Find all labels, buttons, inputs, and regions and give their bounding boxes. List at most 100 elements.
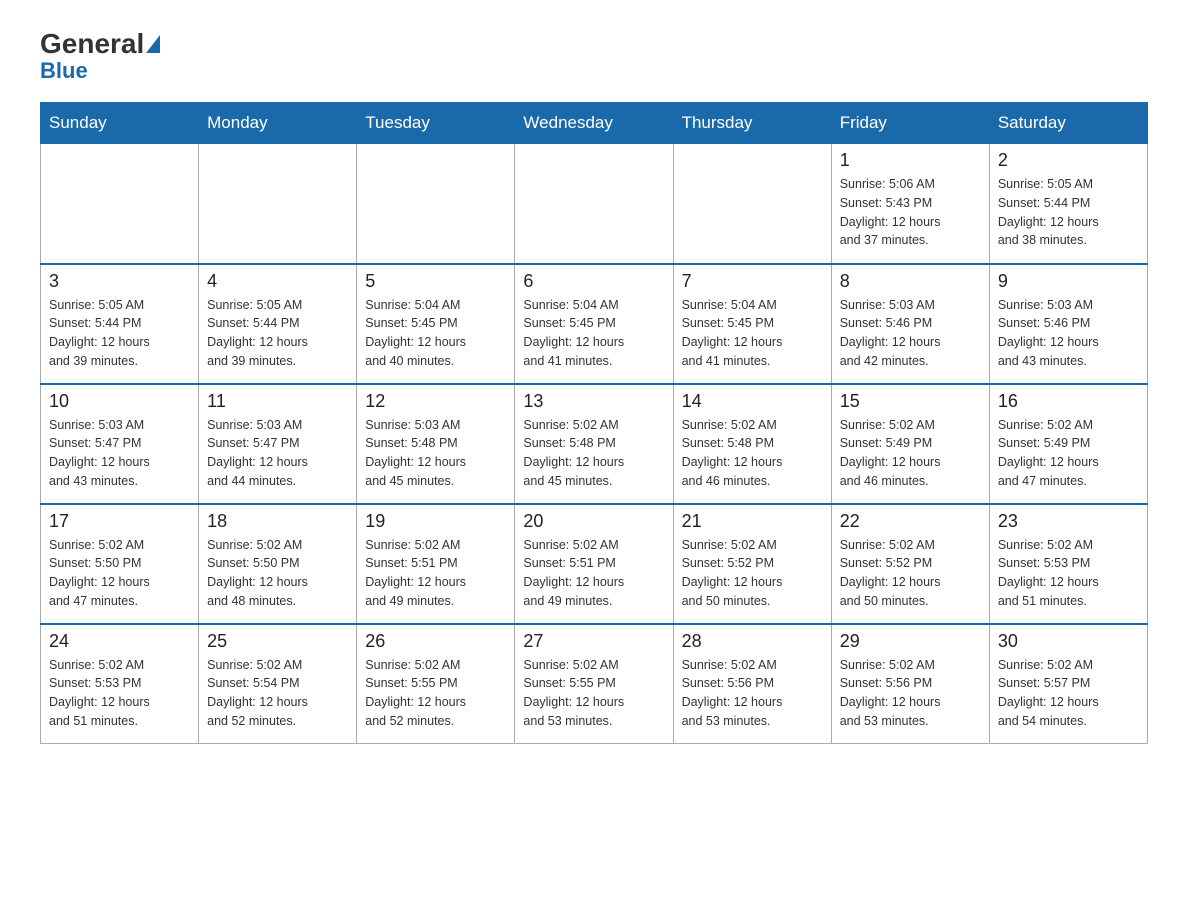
day-info: Sunrise: 5:02 AM Sunset: 5:57 PM Dayligh… [998,656,1139,731]
day-number: 12 [365,391,506,412]
logo-blue-text: Blue [40,60,88,82]
calendar-cell: 11 Sunrise: 5:03 AM Sunset: 5:47 PM Dayli… [199,384,357,504]
calendar-cell: 29Sunrise: 5:02 AM Sunset: 5:56 PM Dayli… [831,624,989,744]
day-number: 22 [840,511,981,532]
calendar-cell: 16Sunrise: 5:02 AM Sunset: 5:49 PM Dayli… [989,384,1147,504]
day-number: 19 [365,511,506,532]
day-info: Sunrise: 5:02 AM Sunset: 5:56 PM Dayligh… [840,656,981,731]
day-info: Sunrise: 5:02 AM Sunset: 5:50 PM Dayligh… [207,536,348,611]
day-info: Sunrise: 5:03 AM Sunset: 5:46 PM Dayligh… [998,296,1139,371]
calendar-cell: 23Sunrise: 5:02 AM Sunset: 5:53 PM Dayli… [989,504,1147,624]
calendar-cell: 20 Sunrise: 5:02 AM Sunset: 5:51 PM Dayli… [515,504,673,624]
calendar-cell: 30 Sunrise: 5:02 AM Sunset: 5:57 PM Dayli… [989,624,1147,744]
calendar-cell: 21 Sunrise: 5:02 AM Sunset: 5:52 PM Dayli… [673,504,831,624]
calendar-table: SundayMondayTuesdayWednesdayThursdayFrid… [40,102,1148,744]
day-number: 17 [49,511,190,532]
day-info: Sunrise: 5:06 AM Sunset: 5:43 PM Dayligh… [840,175,981,250]
logo-triangle-icon [146,35,160,53]
calendar-cell: 2 Sunrise: 5:05 AM Sunset: 5:44 PM Daylig… [989,144,1147,264]
day-number: 4 [207,271,348,292]
calendar-cell: 9 Sunrise: 5:03 AM Sunset: 5:46 PM Daylig… [989,264,1147,384]
calendar-cell: 12Sunrise: 5:03 AM Sunset: 5:48 PM Dayli… [357,384,515,504]
calendar-week-row: 10 Sunrise: 5:03 AM Sunset: 5:47 PM Dayli… [41,384,1148,504]
day-info: Sunrise: 5:05 AM Sunset: 5:44 PM Dayligh… [49,296,190,371]
day-number: 10 [49,391,190,412]
calendar-cell: 15 Sunrise: 5:02 AM Sunset: 5:49 PM Dayli… [831,384,989,504]
day-info: Sunrise: 5:02 AM Sunset: 5:52 PM Dayligh… [840,536,981,611]
day-info: Sunrise: 5:05 AM Sunset: 5:44 PM Dayligh… [998,175,1139,250]
page-header: General Blue [40,30,1148,82]
calendar-cell: 27Sunrise: 5:02 AM Sunset: 5:55 PM Dayli… [515,624,673,744]
day-number: 24 [49,631,190,652]
day-number: 8 [840,271,981,292]
day-info: Sunrise: 5:03 AM Sunset: 5:47 PM Dayligh… [207,416,348,491]
day-info: Sunrise: 5:04 AM Sunset: 5:45 PM Dayligh… [365,296,506,371]
day-number: 2 [998,150,1139,171]
logo-general-text: General [40,30,160,58]
day-number: 28 [682,631,823,652]
weekday-header-monday: Monday [199,103,357,144]
calendar-cell: 22 Sunrise: 5:02 AM Sunset: 5:52 PM Dayli… [831,504,989,624]
calendar-cell: 7Sunrise: 5:04 AM Sunset: 5:45 PM Daylig… [673,264,831,384]
day-number: 21 [682,511,823,532]
calendar-cell [673,144,831,264]
day-info: Sunrise: 5:02 AM Sunset: 5:52 PM Dayligh… [682,536,823,611]
day-number: 5 [365,271,506,292]
day-info: Sunrise: 5:04 AM Sunset: 5:45 PM Dayligh… [682,296,823,371]
day-number: 27 [523,631,664,652]
calendar-cell: 5 Sunrise: 5:04 AM Sunset: 5:45 PM Daylig… [357,264,515,384]
day-info: Sunrise: 5:02 AM Sunset: 5:53 PM Dayligh… [998,536,1139,611]
day-number: 11 [207,391,348,412]
day-info: Sunrise: 5:02 AM Sunset: 5:51 PM Dayligh… [365,536,506,611]
calendar-week-row: 1 Sunrise: 5:06 AM Sunset: 5:43 PM Daylig… [41,144,1148,264]
calendar-cell: 8Sunrise: 5:03 AM Sunset: 5:46 PM Daylig… [831,264,989,384]
calendar-cell: 26 Sunrise: 5:02 AM Sunset: 5:55 PM Dayli… [357,624,515,744]
calendar-week-row: 3 Sunrise: 5:05 AM Sunset: 5:44 PM Daylig… [41,264,1148,384]
day-info: Sunrise: 5:02 AM Sunset: 5:53 PM Dayligh… [49,656,190,731]
day-info: Sunrise: 5:02 AM Sunset: 5:48 PM Dayligh… [523,416,664,491]
day-number: 26 [365,631,506,652]
weekday-header-friday: Friday [831,103,989,144]
day-info: Sunrise: 5:02 AM Sunset: 5:56 PM Dayligh… [682,656,823,731]
calendar-cell: 13 Sunrise: 5:02 AM Sunset: 5:48 PM Dayli… [515,384,673,504]
calendar-cell: 10Sunrise: 5:03 AM Sunset: 5:47 PM Dayli… [41,384,199,504]
weekday-header-wednesday: Wednesday [515,103,673,144]
day-number: 20 [523,511,664,532]
day-number: 25 [207,631,348,652]
logo: General Blue [40,30,160,82]
day-number: 18 [207,511,348,532]
day-info: Sunrise: 5:02 AM Sunset: 5:54 PM Dayligh… [207,656,348,731]
calendar-week-row: 17 Sunrise: 5:02 AM Sunset: 5:50 PM Dayli… [41,504,1148,624]
day-info: Sunrise: 5:02 AM Sunset: 5:50 PM Dayligh… [49,536,190,611]
day-number: 6 [523,271,664,292]
day-number: 13 [523,391,664,412]
day-number: 14 [682,391,823,412]
day-info: Sunrise: 5:05 AM Sunset: 5:44 PM Dayligh… [207,296,348,371]
day-info: Sunrise: 5:02 AM Sunset: 5:49 PM Dayligh… [840,416,981,491]
calendar-week-row: 24 Sunrise: 5:02 AM Sunset: 5:53 PM Dayli… [41,624,1148,744]
calendar-cell [515,144,673,264]
weekday-header-saturday: Saturday [989,103,1147,144]
day-number: 15 [840,391,981,412]
calendar-cell [199,144,357,264]
day-info: Sunrise: 5:02 AM Sunset: 5:55 PM Dayligh… [365,656,506,731]
day-number: 1 [840,150,981,171]
calendar-cell: 24 Sunrise: 5:02 AM Sunset: 5:53 PM Dayli… [41,624,199,744]
day-info: Sunrise: 5:02 AM Sunset: 5:51 PM Dayligh… [523,536,664,611]
weekday-header-thursday: Thursday [673,103,831,144]
calendar-cell: 3 Sunrise: 5:05 AM Sunset: 5:44 PM Daylig… [41,264,199,384]
weekday-header-sunday: Sunday [41,103,199,144]
calendar-cell: 17 Sunrise: 5:02 AM Sunset: 5:50 PM Dayli… [41,504,199,624]
calendar-cell: 28 Sunrise: 5:02 AM Sunset: 5:56 PM Dayli… [673,624,831,744]
day-info: Sunrise: 5:02 AM Sunset: 5:49 PM Dayligh… [998,416,1139,491]
weekday-header-tuesday: Tuesday [357,103,515,144]
calendar-cell [41,144,199,264]
day-number: 30 [998,631,1139,652]
day-info: Sunrise: 5:02 AM Sunset: 5:48 PM Dayligh… [682,416,823,491]
day-number: 3 [49,271,190,292]
calendar-cell: 14 Sunrise: 5:02 AM Sunset: 5:48 PM Dayli… [673,384,831,504]
calendar-cell: 6Sunrise: 5:04 AM Sunset: 5:45 PM Daylig… [515,264,673,384]
calendar-cell: 18 Sunrise: 5:02 AM Sunset: 5:50 PM Dayli… [199,504,357,624]
day-number: 9 [998,271,1139,292]
calendar-header-row: SundayMondayTuesdayWednesdayThursdayFrid… [41,103,1148,144]
